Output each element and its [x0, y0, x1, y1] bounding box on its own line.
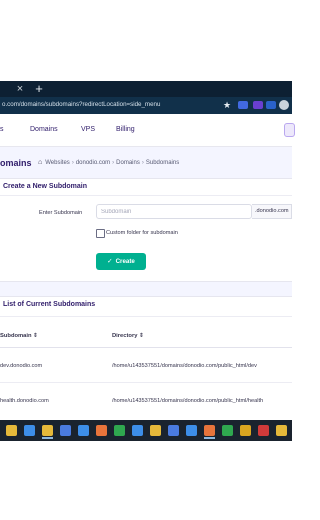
- taskbar-active-indicator: [204, 437, 215, 439]
- taskbar-app-icon[interactable]: [204, 425, 215, 436]
- divider: [0, 195, 292, 196]
- divider: [0, 316, 292, 317]
- breadcrumb-item: Subdomains: [145, 160, 180, 166]
- tab-close-icon[interactable]: ×: [14, 82, 26, 96]
- nav-item-domains[interactable]: Domains: [30, 124, 58, 136]
- taskbar-app-icon[interactable]: [24, 425, 35, 436]
- breadcrumb-item[interactable]: Websites: [45, 160, 70, 166]
- taskbar-app-icon[interactable]: [258, 425, 269, 436]
- taskbar-app-icon[interactable]: [78, 425, 89, 436]
- check-icon: ✓: [107, 258, 113, 265]
- taskbar-app-icon[interactable]: [168, 425, 179, 436]
- taskbar-app-icon[interactable]: [114, 425, 125, 436]
- new-tab-icon[interactable]: +: [32, 82, 46, 96]
- create-button[interactable]: ✓ Create: [96, 253, 146, 270]
- taskbar-app-icon[interactable]: [276, 425, 287, 436]
- bookmark-star-icon[interactable]: ★: [222, 98, 232, 112]
- table-cell-subdomain: health.donodio.com: [0, 398, 49, 404]
- taskbar-app-icon[interactable]: [150, 425, 161, 436]
- taskbar-app-icon[interactable]: [6, 425, 17, 436]
- breadcrumb: ⌂ Websites › donodio.com › Domains › Subdomains: [38, 157, 179, 169]
- divider: [0, 347, 292, 348]
- taskbar-app-icon[interactable]: [222, 425, 233, 436]
- create-card-title: Create a New Subdomain: [3, 183, 88, 190]
- taskbar-app-icon[interactable]: [186, 425, 197, 436]
- domain-suffix: .donodio.com: [252, 204, 292, 219]
- custom-folder-label: Custom folder for subdomain: [106, 230, 178, 236]
- taskbar-app-icon[interactable]: [60, 425, 71, 436]
- subdomain-input[interactable]: [96, 204, 252, 219]
- nav-item-vps[interactable]: VPS: [81, 124, 95, 136]
- cart-icon[interactable]: [284, 123, 295, 137]
- column-header-subdomain[interactable]: Subdomain ⇕: [0, 331, 38, 341]
- custom-folder-checkbox[interactable]: [96, 229, 105, 238]
- bottom-margin: [0, 441, 292, 520]
- profile-avatar-icon[interactable]: [279, 100, 289, 110]
- breadcrumb-item[interactable]: donodio.com: [76, 160, 110, 166]
- taskbar-app-icon[interactable]: [132, 425, 143, 436]
- subdomain-label: Enter Subdomain: [39, 210, 83, 216]
- nav-item-partial[interactable]: s: [0, 124, 4, 136]
- table-cell-directory: /home/u143537551/domains/donodio.com/pub…: [112, 363, 257, 369]
- extension-icon[interactable]: [253, 101, 263, 109]
- nav-item-billing[interactable]: Billing: [116, 124, 135, 136]
- list-card-title: List of Current Subdomains: [3, 301, 96, 308]
- table-cell-subdomain: dev.donodio.com: [0, 363, 43, 369]
- divider: [0, 382, 292, 383]
- taskbar-app-icon[interactable]: [240, 425, 251, 436]
- create-button-label: Create: [115, 258, 135, 265]
- taskbar-app-icon[interactable]: [42, 425, 53, 436]
- top-margin: [0, 0, 292, 81]
- home-icon[interactable]: ⌂: [38, 157, 42, 169]
- page-title: omains: [0, 158, 32, 168]
- taskbar-app-icon[interactable]: [96, 425, 107, 436]
- extension-icon[interactable]: [266, 101, 276, 109]
- taskbar-active-indicator: [42, 437, 53, 439]
- column-header-directory[interactable]: Directory ⇕: [112, 331, 144, 341]
- breadcrumb-item[interactable]: Domains: [116, 160, 140, 166]
- extension-icon[interactable]: [238, 101, 248, 109]
- table-cell-directory: /home/u143537551/domains/donodio.com/pub…: [112, 398, 264, 404]
- url-text[interactable]: o.com/domains/subdomains?redirectLocatio…: [2, 98, 216, 112]
